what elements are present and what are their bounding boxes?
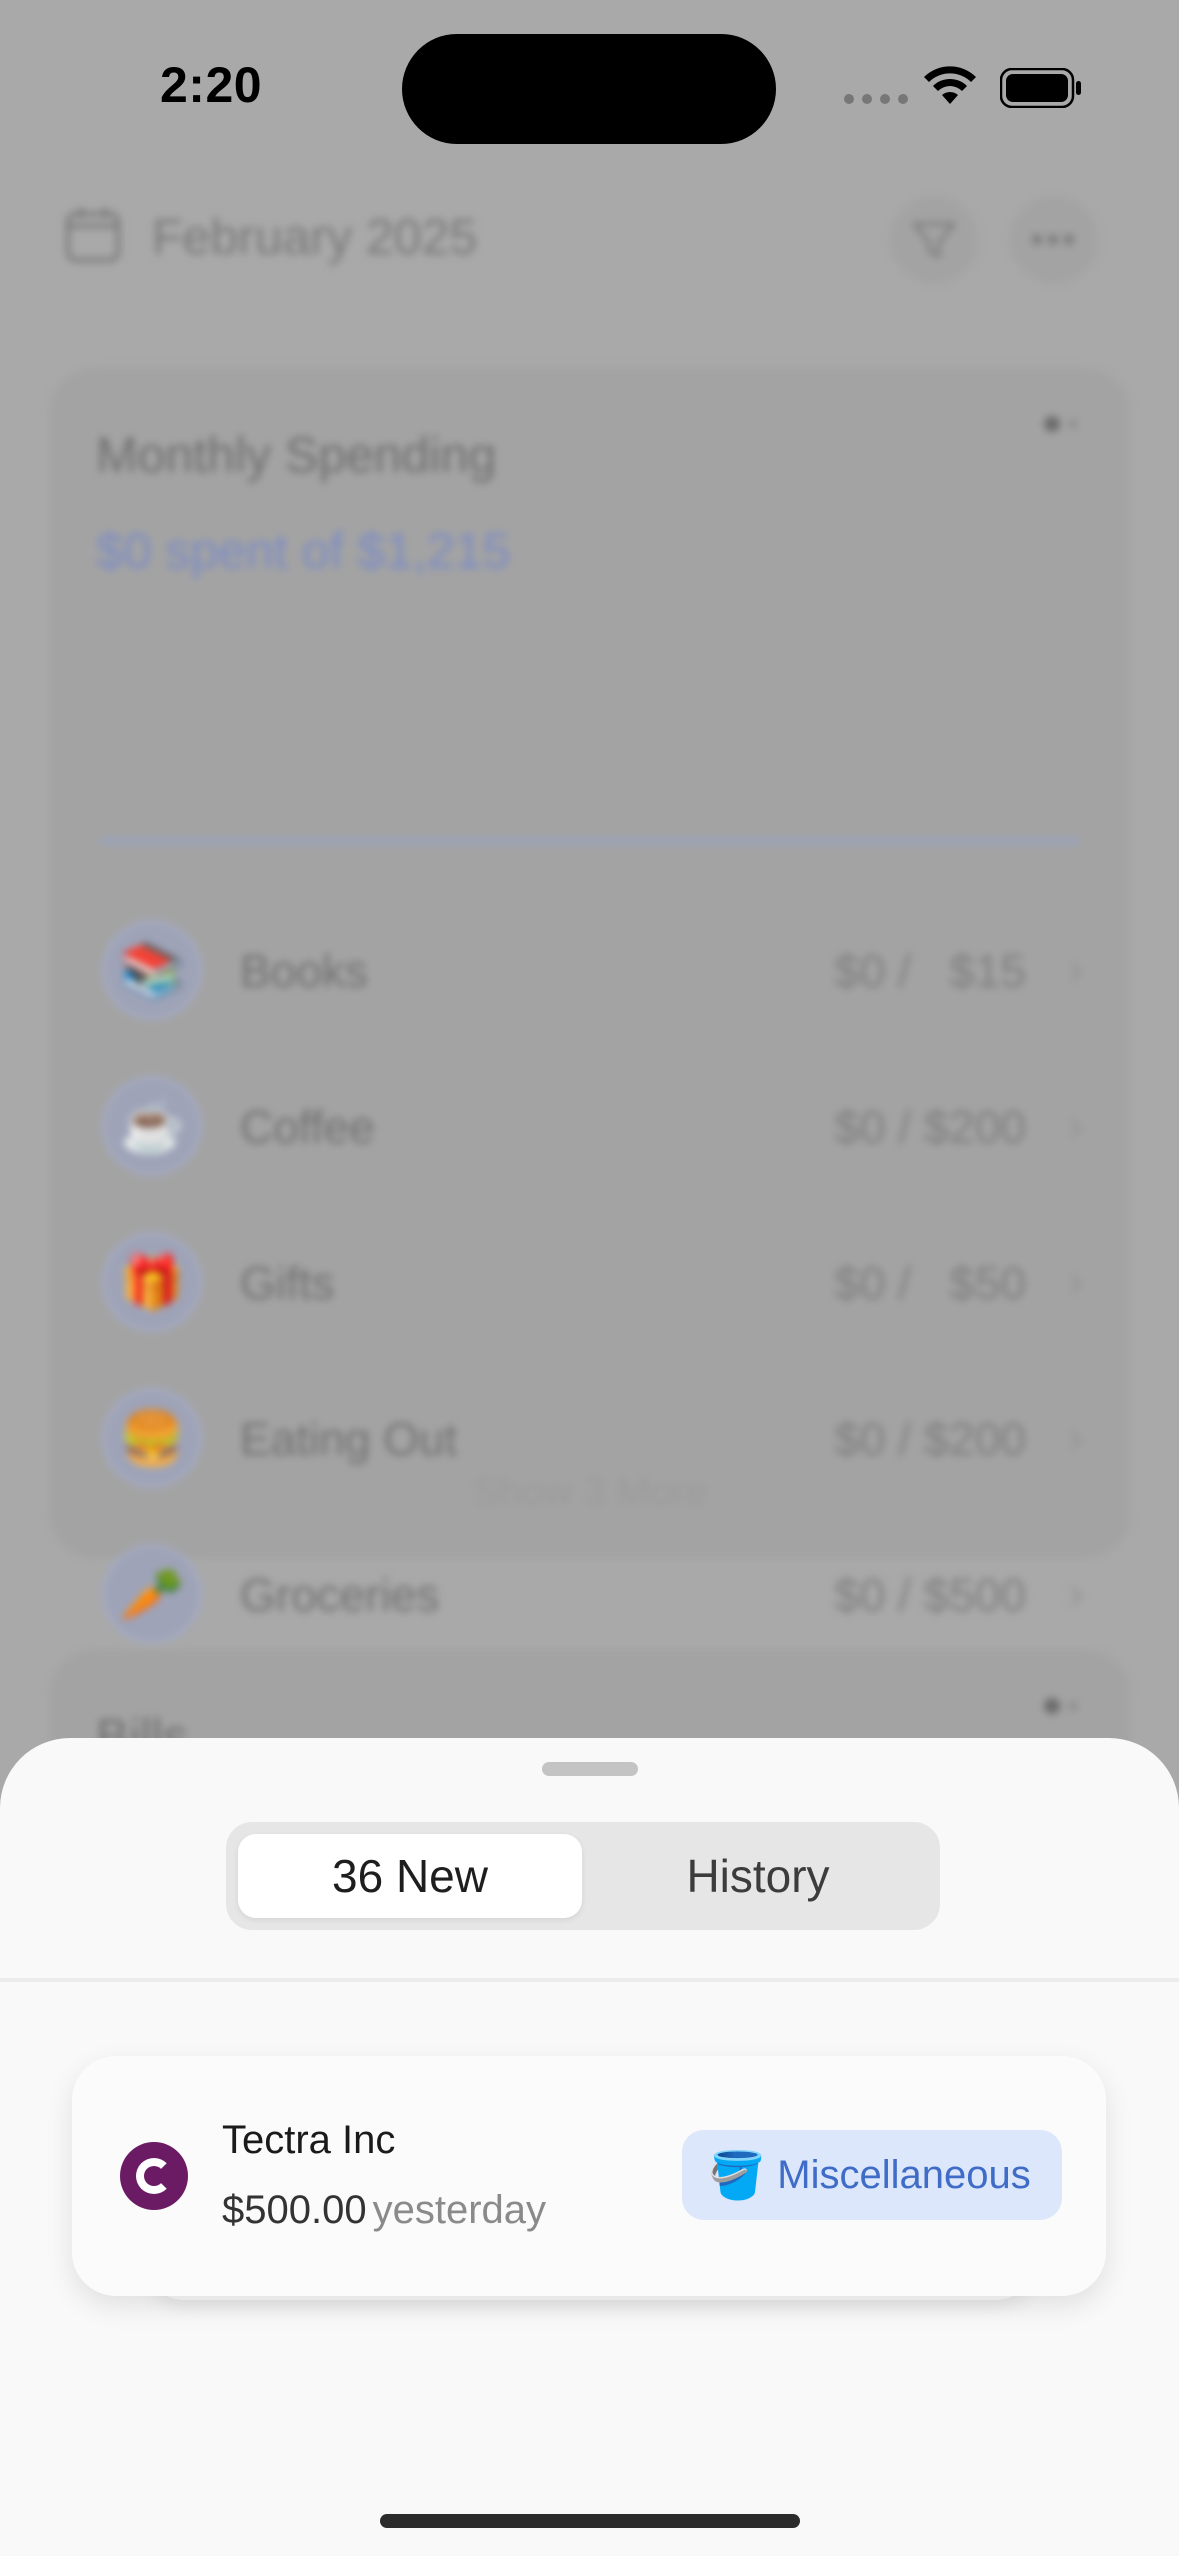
category-name: Coffee: [240, 1101, 375, 1153]
tab-history[interactable]: History: [586, 1834, 930, 1918]
spending-progress-bar: [100, 838, 1080, 844]
carrot-icon: 🥕: [102, 1544, 202, 1644]
category-amount: $0 / $200: [834, 1101, 1026, 1153]
bucket-icon: 🪣: [708, 2148, 766, 2201]
page-indicator: [1044, 1698, 1078, 1714]
coffee-icon: ☕: [102, 1076, 202, 1176]
calendar-icon[interactable]: [64, 206, 122, 264]
books-icon: 📚: [102, 920, 202, 1020]
category-row-coffee[interactable]: ☕ Coffee $0 / $200 ›: [96, 1054, 1096, 1210]
category-name: Gifts: [240, 1257, 335, 1309]
month-title[interactable]: February 2025: [152, 208, 477, 266]
divider: [0, 1978, 1179, 1982]
category-amount: $0 / $200: [834, 1413, 1026, 1465]
merchant-name: Tectra Inc: [222, 2118, 396, 2162]
category-row-books[interactable]: 📚 Books $0 / $15 ›: [96, 898, 1096, 1054]
card-title: Monthly Spending: [96, 427, 497, 483]
category-name: Groceries: [240, 1569, 440, 1621]
chevron-right-icon: ›: [1068, 1255, 1084, 1308]
cellular-signal-icon: [844, 94, 908, 104]
tab-new[interactable]: 36 New: [238, 1834, 582, 1918]
category-list: 📚 Books $0 / $15 › ☕ Coffee $0 / $200 › …: [96, 898, 1096, 1678]
gift-icon: 🎁: [102, 1232, 202, 1332]
ellipsis-icon: •••: [1029, 217, 1078, 262]
chevron-right-icon: ›: [1068, 1099, 1084, 1152]
transaction-amount: $500.00: [222, 2188, 367, 2232]
home-indicator: [380, 2514, 800, 2528]
chevron-right-icon: ›: [1068, 1411, 1084, 1464]
transaction-card[interactable]: Tectra Inc $500.00 yesterday 🪣 Miscellane…: [72, 2056, 1106, 2296]
category-amount: $0 / $15: [834, 945, 1026, 997]
battery-icon: [1000, 68, 1081, 108]
chevron-right-icon: ›: [1068, 943, 1084, 996]
transaction-amount-line: $500.00 yesterday: [222, 2188, 546, 2233]
transactions-sheet[interactable]: 36 New History Tectra Inc $500.00 yesterd…: [0, 1738, 1179, 2556]
page-indicator: [1044, 416, 1078, 432]
category-name: Eating Out: [240, 1413, 458, 1465]
more-options-button[interactable]: •••: [1010, 196, 1098, 284]
sheet-grabber[interactable]: [542, 1762, 638, 1776]
segmented-control: 36 New History: [226, 1822, 940, 1930]
status-time: 2:20: [160, 57, 263, 113]
merchant-logo-icon: [120, 2142, 188, 2210]
transaction-date: yesterday: [372, 2188, 547, 2232]
wifi-icon: [924, 66, 976, 104]
category-pill[interactable]: 🪣 Miscellaneous: [682, 2130, 1062, 2220]
category-label: Miscellaneous: [777, 2152, 1031, 2197]
month-header: February 2025 •••: [60, 196, 1120, 292]
category-amount: $0 / $500: [834, 1569, 1026, 1621]
dynamic-island: [402, 34, 776, 144]
spent-summary: $0 spent of $1,215: [96, 523, 511, 579]
category-amount: $0 / $50: [834, 1257, 1026, 1309]
background-content: February 2025 ••• Monthly Spending $0 sp…: [0, 150, 1179, 1910]
category-row-gifts[interactable]: 🎁 Gifts $0 / $50 ›: [96, 1210, 1096, 1366]
monthly-spending-card[interactable]: Monthly Spending $0 spent of $1,215 📚 Bo…: [50, 368, 1130, 1644]
filter-icon: [912, 222, 956, 258]
category-name: Books: [240, 945, 368, 997]
chevron-right-icon: ›: [1068, 1567, 1084, 1620]
filter-button[interactable]: [890, 196, 978, 284]
show-more-button[interactable]: Show 3 More: [50, 1470, 1130, 1515]
